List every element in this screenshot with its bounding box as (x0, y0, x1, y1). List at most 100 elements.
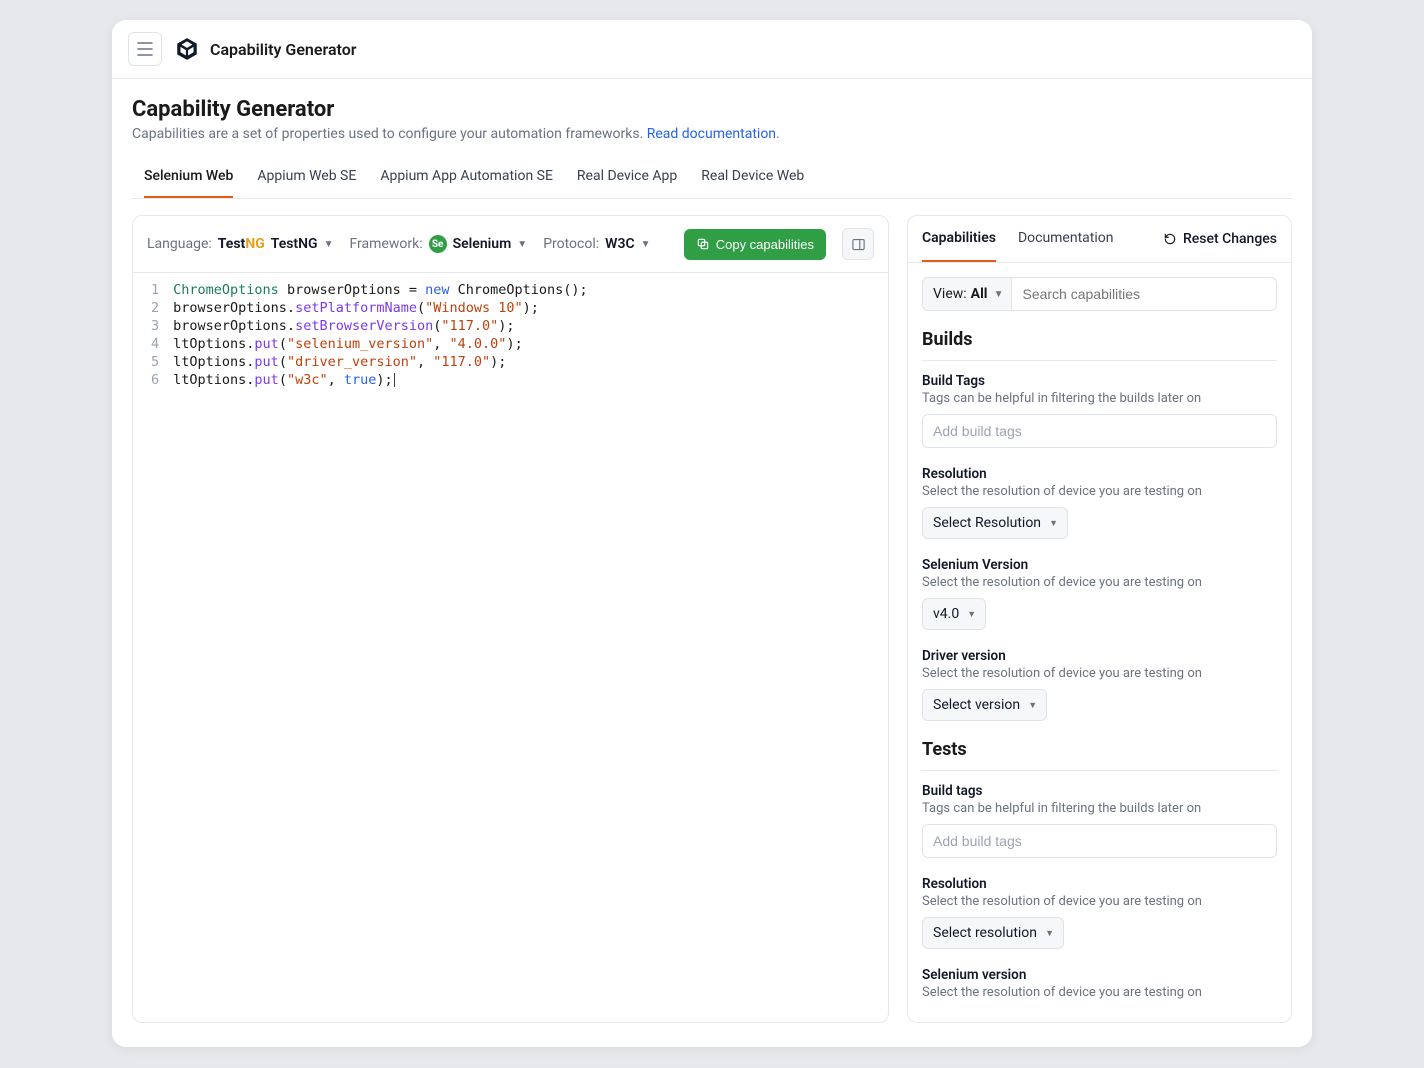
reset-icon (1163, 232, 1177, 246)
code-editor[interactable]: 1 2 3 4 5 6 ChromeOptions browserOptions… (133, 273, 888, 397)
select-value: Select version (933, 697, 1020, 713)
app-logo: Capability Generator (174, 36, 357, 62)
field-driver-version: Driver version Select the resolution of … (922, 648, 1277, 721)
field-desc: Select the resolution of device you are … (922, 484, 1277, 499)
field-desc: Select the resolution of device you are … (922, 894, 1277, 909)
copy-button-label: Copy capabilities (716, 237, 814, 252)
language-value: TestNG (271, 236, 318, 252)
tab-selenium-web[interactable]: Selenium Web (144, 156, 233, 198)
tests-build-tags-input[interactable] (922, 824, 1277, 858)
selenium-version-select[interactable]: v4.0 ▼ (922, 598, 986, 630)
field-desc: Select the resolution of device you are … (922, 666, 1277, 681)
code-line: ltOptions.put("driver_version", "117.0")… (173, 353, 588, 371)
tab-real-device-web[interactable]: Real Device Web (701, 156, 804, 198)
app-title: Capability Generator (210, 40, 357, 59)
code-toolbar: Language: TestNG TestNG ▼ Framework: Se … (133, 216, 888, 273)
field-resolution: Resolution Select the resolution of devi… (922, 466, 1277, 539)
field-desc: Tags can be helpful in filtering the bui… (922, 801, 1277, 816)
framework-value: Selenium (453, 236, 512, 252)
language-selector[interactable]: Language: TestNG TestNG ▼ (147, 236, 334, 252)
field-desc: Tags can be helpful in filtering the bui… (922, 391, 1277, 406)
topbar: Capability Generator (112, 20, 1312, 79)
view-value: All (971, 286, 988, 302)
hamburger-menu-button[interactable] (128, 32, 162, 66)
chevron-down-icon: ▼ (1045, 928, 1054, 939)
side-tabbar: Capabilities Documentation Reset Changes (908, 216, 1291, 263)
code-line: ChromeOptions browserOptions = new Chrom… (173, 281, 588, 299)
driver-version-select[interactable]: Select version ▼ (922, 689, 1047, 721)
view-filter-select[interactable]: View: All ▼ (922, 277, 1012, 311)
framework-label: Framework: (350, 236, 423, 252)
field-label: Selenium version (922, 967, 1277, 983)
text-cursor (394, 373, 395, 387)
chevron-down-icon: ▼ (1028, 700, 1037, 711)
language-logo: TestNG (218, 236, 265, 252)
code-lines: ChromeOptions browserOptions = new Chrom… (173, 281, 604, 389)
filter-row: View: All ▼ (922, 277, 1277, 311)
panel-toggle-button[interactable] (842, 228, 874, 260)
language-label: Language: (147, 236, 212, 252)
resolution-select[interactable]: Select Resolution ▼ (922, 507, 1068, 539)
tab-appium-web-se[interactable]: Appium Web SE (257, 156, 356, 198)
tab-capabilities[interactable]: Capabilities (922, 216, 996, 262)
code-panel: Language: TestNG TestNG ▼ Framework: Se … (132, 215, 889, 1023)
field-label: Driver version (922, 648, 1277, 664)
copy-capabilities-button[interactable]: Copy capabilities (684, 229, 826, 260)
field-tests-resolution: Resolution Select the resolution of devi… (922, 876, 1277, 949)
protocol-selector[interactable]: Protocol: W3C ▼ (543, 236, 650, 252)
build-tags-input[interactable] (922, 414, 1277, 448)
chevron-down-icon: ▼ (324, 239, 334, 250)
app-window: Capability Generator Capability Generato… (112, 20, 1312, 1047)
header-area: Capability Generator Capabilities are a … (112, 79, 1312, 199)
tab-documentation[interactable]: Documentation (1018, 216, 1114, 262)
code-line: ltOptions.put("w3c", true); (173, 371, 588, 389)
code-line: ltOptions.put("selenium_version", "4.0.0… (173, 335, 588, 353)
field-label: Resolution (922, 876, 1277, 892)
page-desc-text: Capabilities are a set of properties use… (132, 126, 647, 142)
field-label: Build Tags (922, 373, 1277, 389)
section-builds-title: Builds (922, 329, 1277, 361)
copy-icon (696, 237, 710, 251)
chevron-down-icon: ▼ (641, 239, 651, 250)
field-label: Selenium Version (922, 557, 1277, 573)
line-gutter: 1 2 3 4 5 6 (133, 281, 173, 389)
content-area: Language: TestNG TestNG ▼ Framework: Se … (112, 199, 1312, 1047)
chevron-down-icon: ▼ (1049, 518, 1058, 529)
field-selenium-version: Selenium Version Select the resolution o… (922, 557, 1277, 630)
field-label: Build tags (922, 783, 1277, 799)
protocol-label: Protocol: (543, 236, 599, 252)
page-description: Capabilities are a set of properties use… (132, 126, 1292, 142)
framework-selector[interactable]: Framework: Se Selenium ▼ (350, 235, 528, 253)
field-build-tags: Build Tags Tags can be helpful in filter… (922, 373, 1277, 448)
chevron-down-icon: ▼ (967, 609, 976, 620)
field-label: Resolution (922, 466, 1277, 482)
panel-layout-icon (851, 237, 866, 252)
tab-real-device-app[interactable]: Real Device App (577, 156, 677, 198)
page-title: Capability Generator (132, 97, 1292, 122)
capabilities-body: View: All ▼ Builds Build Tags Tags can b… (908, 263, 1291, 1022)
search-capabilities-input[interactable] (1012, 277, 1277, 311)
field-tests-selenium-version: Selenium version Select the resolution o… (922, 967, 1277, 1000)
section-tests-title: Tests (922, 739, 1277, 771)
capabilities-panel: Capabilities Documentation Reset Changes… (907, 215, 1292, 1023)
select-value: v4.0 (933, 606, 959, 622)
code-line: browserOptions.setBrowserVersion("117.0"… (173, 317, 588, 335)
select-value: Select Resolution (933, 515, 1041, 531)
main-tabbar: Selenium Web Appium Web SE Appium App Au… (132, 156, 1292, 199)
protocol-value: W3C (605, 236, 634, 252)
field-desc: Select the resolution of device you are … (922, 575, 1277, 590)
reset-label: Reset Changes (1183, 231, 1277, 247)
reset-changes-button[interactable]: Reset Changes (1163, 231, 1277, 247)
tab-appium-app-automation-se[interactable]: Appium App Automation SE (380, 156, 553, 198)
chevron-down-icon: ▼ (994, 289, 1004, 300)
select-value: Select resolution (933, 925, 1037, 941)
hamburger-icon (137, 42, 153, 56)
view-label: View: (933, 286, 967, 302)
selenium-icon: Se (429, 235, 447, 253)
field-desc: Select the resolution of device you are … (922, 985, 1277, 1000)
chevron-down-icon: ▼ (517, 239, 527, 250)
tests-resolution-select[interactable]: Select resolution ▼ (922, 917, 1064, 949)
field-tests-build-tags: Build tags Tags can be helpful in filter… (922, 783, 1277, 858)
read-documentation-link[interactable]: Read documentation (647, 126, 776, 142)
code-line: browserOptions.setPlatformName("Windows … (173, 299, 588, 317)
